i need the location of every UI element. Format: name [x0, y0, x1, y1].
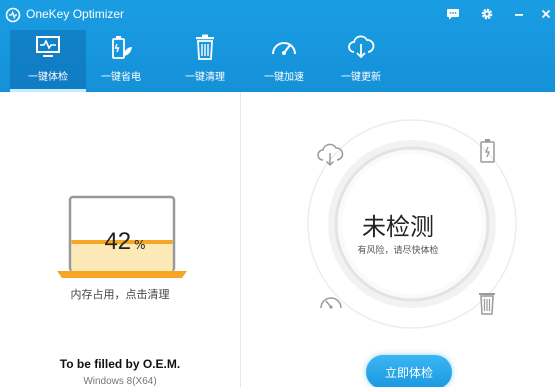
close-button[interactable] — [538, 6, 554, 22]
memory-percent: 42% — [80, 228, 170, 256]
tab-checkup[interactable]: 一键体检 — [10, 30, 86, 92]
os-version: Windows 8(X64) — [83, 376, 157, 387]
app-title: OneKey Optimizer — [26, 7, 125, 21]
chat-button[interactable] — [445, 6, 461, 22]
tab-label: 一键加速 — [264, 72, 304, 83]
battery-leaf-icon — [480, 139, 495, 163]
settings-button[interactable] — [479, 6, 495, 22]
memory-label[interactable]: 内存占用，点击清理 — [0, 286, 240, 302]
title-bar[interactable]: OneKey Optimizer — [0, 0, 555, 30]
tab-label: 一键清理 — [185, 72, 225, 83]
minimize-button[interactable] — [511, 6, 527, 22]
close-icon — [541, 9, 551, 19]
app-logo-icon — [5, 7, 21, 23]
cloud-download-icon — [348, 35, 375, 59]
system-manufacturer: To be filled by O.E.M. — [59, 357, 181, 371]
memory-unit: % — [134, 238, 146, 252]
tab-cleanup[interactable]: 一键清理 — [167, 30, 243, 92]
trash-icon — [479, 293, 495, 315]
tab-speedup[interactable]: 一键加速 — [246, 30, 322, 92]
tab-label: 一键体检 — [28, 72, 68, 83]
tab-label: 一键更新 — [341, 72, 381, 83]
check-status: 未检测 — [362, 213, 434, 241]
memory-value: 42 — [104, 228, 132, 255]
speedometer-icon — [272, 42, 296, 55]
tab-label: 一键省电 — [101, 72, 141, 83]
check-now-button[interactable]: 立即体检 — [366, 355, 452, 387]
cloud-download-icon — [317, 143, 344, 167]
monitor-pulse-icon — [36, 36, 60, 57]
check-status-hint: 有风险，请尽快体检 — [357, 246, 439, 256]
main-tabs: 一键体检 一键省电 一键清理 一键加速 一键更新 — [0, 30, 555, 92]
tab-update[interactable]: 一键更新 — [323, 30, 399, 92]
chat-icon — [447, 9, 459, 20]
header-bar: OneKey Optimizer 一键体检 一键省电 一键清理 一键加速 一键更… — [0, 0, 555, 92]
gear-icon — [481, 8, 493, 20]
battery-leaf-icon — [112, 36, 132, 59]
trash-icon — [196, 34, 214, 60]
speedometer-icon — [320, 297, 342, 309]
tab-power-save[interactable]: 一键省电 — [83, 30, 159, 92]
minimize-icon — [515, 14, 523, 16]
